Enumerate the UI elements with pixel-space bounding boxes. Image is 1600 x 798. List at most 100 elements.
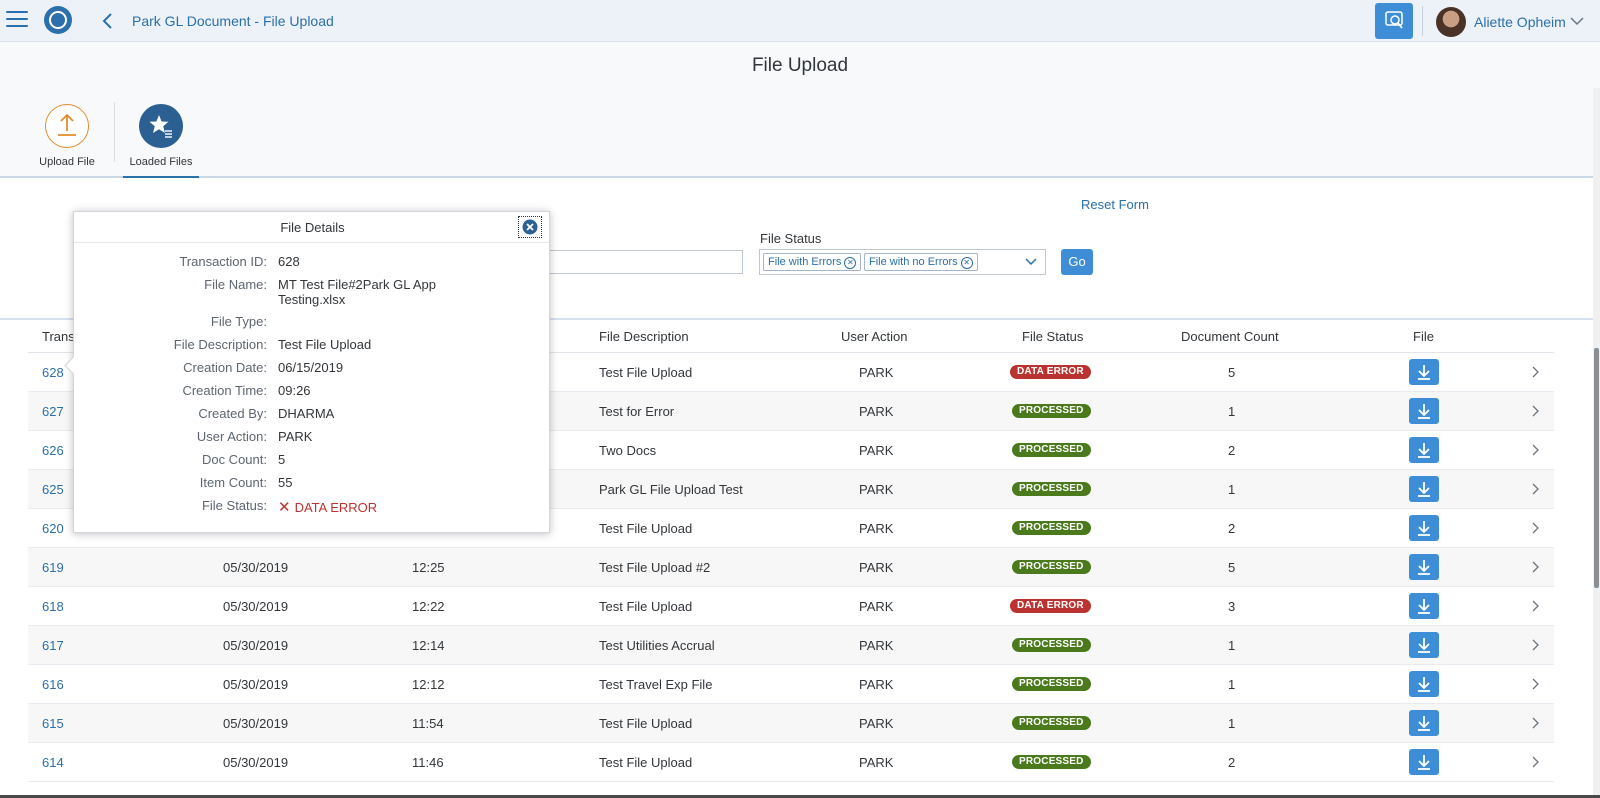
transaction-id-link[interactable]: 617 [42,638,64,653]
chevron-right-icon[interactable] [1531,717,1539,729]
chevron-right-icon[interactable] [1531,522,1539,534]
file-description: Test File Upload #2 [599,560,711,575]
remove-token-icon[interactable]: ✕ [844,257,857,269]
transaction-id-link[interactable]: 628 [42,365,64,380]
download-icon [1418,365,1430,380]
download-button[interactable] [1409,359,1439,385]
user-action: PARK [859,755,894,770]
transaction-id-link[interactable]: 615 [42,716,64,731]
creation-time: 12:12 [412,677,445,692]
chevron-right-icon[interactable] [1531,483,1539,495]
user-action: PARK [859,521,894,536]
download-button[interactable] [1409,710,1439,736]
file-status-multiselect[interactable]: File with Errors ✕ File with no Errors ✕ [759,249,1046,275]
download-button[interactable] [1409,515,1439,541]
chevron-right-icon[interactable] [1531,444,1539,456]
column-header-transaction[interactable]: Trans [42,329,75,344]
user-action: PARK [859,482,894,497]
transaction-id-link[interactable]: 620 [42,521,64,536]
table-row[interactable]: 618 05/30/2019 12:22 Test File Upload PARK DA… [28,587,1554,626]
remove-token-icon[interactable]: ✕ [960,257,973,269]
table-row[interactable]: 617 05/30/2019 12:14 Test Utilities Accrual… [28,626,1554,665]
download-button[interactable] [1409,476,1439,502]
column-header-user-action[interactable]: User Action [841,329,907,344]
chevron-right-icon[interactable] [1531,405,1539,417]
transaction-id-link[interactable]: 626 [42,443,64,458]
table-row[interactable]: 616 05/30/2019 12:12 Test Travel Exp File PA… [28,665,1554,704]
tab-separator [114,102,115,162]
hamburger-menu-icon[interactable] [6,11,28,29]
chevron-right-icon[interactable] [1531,561,1539,573]
error-x-icon: ✕ [278,499,291,516]
creation-time: 12:25 [412,560,445,575]
detail-file-status: ✕ DATA ERROR [278,498,377,516]
column-header-file[interactable]: File [1413,329,1434,344]
download-icon [1418,755,1430,770]
chevron-down-icon[interactable] [1570,16,1584,26]
reset-form-link[interactable]: Reset Form [1081,197,1149,212]
document-count: 1 [1228,482,1236,497]
status-badge: DATA ERROR [1010,365,1091,379]
status-badge: PROCESSED [1012,482,1091,496]
user-name[interactable]: Aliette Opheim [1474,14,1566,30]
detail-label: File Name: [204,277,267,292]
table-row[interactable]: 619 05/30/2019 12:25 Test File Upload #2 PAR… [28,548,1554,587]
app-logo[interactable] [44,6,72,34]
chevron-right-icon[interactable] [1531,756,1539,768]
transaction-id-link[interactable]: 614 [42,755,64,770]
download-button[interactable] [1409,437,1439,463]
column-header-document-count[interactable]: Document Count [1181,329,1279,344]
column-header-file-status[interactable]: File Status [1022,329,1083,344]
close-icon [522,219,538,235]
detail-label: Created By: [198,406,267,421]
transaction-id-link[interactable]: 619 [42,560,64,575]
transaction-id-link[interactable]: 618 [42,599,64,614]
column-header-file-description[interactable]: File Description [599,329,689,344]
token-file-with-no-errors[interactable]: File with no Errors ✕ [864,253,978,271]
document-count: 2 [1228,755,1236,770]
chevron-down-icon[interactable] [1025,258,1037,266]
status-badge: PROCESSED [1012,677,1091,691]
go-button[interactable]: Go [1061,249,1093,275]
download-button[interactable] [1409,671,1439,697]
scrollbar-thumb[interactable] [1594,348,1599,588]
tab-loaded-files[interactable]: Loaded Files [121,104,201,168]
download-icon [1418,638,1430,653]
header-divider [1422,6,1423,36]
download-icon [1418,677,1430,692]
chevron-right-icon[interactable] [1531,366,1539,378]
transaction-id-link[interactable]: 616 [42,677,64,692]
file-description: Test File Upload [599,755,693,770]
detail-created-by: DHARMA [278,406,335,421]
token-file-with-errors[interactable]: File with Errors ✕ [763,253,862,271]
back-arrow-icon[interactable] [98,11,118,31]
close-button[interactable] [518,216,542,238]
download-button[interactable] [1409,554,1439,580]
transaction-id-link[interactable]: 627 [42,404,64,419]
file-status-label: File Status [760,231,822,246]
download-button[interactable] [1409,398,1439,424]
chevron-right-icon[interactable] [1531,678,1539,690]
shell-bar: Park GL Document - File Upload Aliette O… [0,0,1600,42]
detail-label: File Description: [173,337,267,352]
detail-label: Doc Count: [201,452,267,467]
download-button[interactable] [1409,749,1439,775]
download-button[interactable] [1409,593,1439,619]
status-badge: DATA ERROR [1010,599,1091,613]
creation-time: 12:14 [412,638,445,653]
filter-input[interactable] [545,250,743,274]
table-row[interactable]: 614 05/30/2019 11:46 Test File Upload PARK PR… [28,743,1554,782]
status-badge: PROCESSED [1012,560,1091,574]
chevron-right-icon[interactable] [1531,639,1539,651]
detail-label: Item Count: [199,475,267,490]
avatar[interactable] [1436,7,1466,37]
tab-upload-file[interactable]: Upload File [27,104,107,168]
search-button[interactable] [1375,3,1413,39]
detail-transaction-id: 628 [278,254,300,269]
file-description: Test File Upload [599,521,693,536]
transaction-id-link[interactable]: 625 [42,482,64,497]
chevron-right-icon[interactable] [1531,600,1539,612]
download-button[interactable] [1409,632,1439,658]
document-count: 3 [1228,599,1236,614]
table-row[interactable]: 615 05/30/2019 11:54 Test File Upload PARK PR… [28,704,1554,743]
